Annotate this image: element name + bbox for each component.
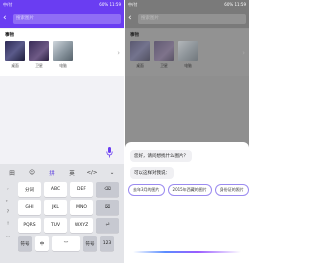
key-pqrs[interactable]: PQRS <box>18 218 41 233</box>
key-row: GHI JKL MNO ⌧ <box>18 200 122 215</box>
photo-thumbnails: 桌面 卫星 电脑 <box>5 41 73 69</box>
photo-thumbnail <box>154 41 174 61</box>
photo-caption: 卫星 <box>35 63 43 68</box>
key-jkl[interactable]: JKL <box>44 200 67 215</box>
search-input[interactable]: 搜索图片 <box>138 13 246 24</box>
photo-caption: 电脑 <box>184 63 192 68</box>
punct-key[interactable]: ! <box>2 219 14 231</box>
key-ghi[interactable]: GHI <box>18 200 41 215</box>
number-key[interactable]: 123 <box>100 236 114 251</box>
punct-key[interactable]: , <box>2 183 14 195</box>
key-mno[interactable]: MNO <box>70 200 93 215</box>
key-grid: 分词 ABC DEF ⌫ GHI JKL MNO ⌧ PQRS TUV WXYZ… <box>18 182 122 254</box>
photo-caption: 桌面 <box>136 63 144 68</box>
photo-thumbnail[interactable] <box>29 41 49 61</box>
key-abc[interactable]: ABC <box>44 182 67 197</box>
keyboard-menu-icon[interactable]: 田 <box>6 167 18 179</box>
search-input[interactable]: 搜索图片 <box>13 13 121 24</box>
right-screen: 中/付 60% 11:59 ‹ 搜索图片 事物 桌面 卫星 电脑 › 您好，请问… <box>125 0 249 263</box>
pinyin-mode-button[interactable]: 拼 <box>46 167 58 179</box>
section-title: 事物 <box>5 33 14 38</box>
suggestion-chip[interactable]: 2015年西藏的图片 <box>167 184 212 196</box>
keyboard-toolbar: 田 ☺ 拼 英 </> ⌄ <box>0 164 124 181</box>
status-bar: 中/付 60% 11:59 <box>125 0 249 9</box>
microphone-glyph <box>106 146 113 157</box>
key-fenci[interactable]: 分词 <box>18 182 41 197</box>
emoji-icon[interactable]: ☺ <box>26 167 38 179</box>
photo-item[interactable]: 桌面 <box>5 41 25 69</box>
back-arrow-icon[interactable]: ‹ <box>3 14 10 23</box>
key-row: 符号 中 ︺ 符号 123 <box>18 236 122 251</box>
photo-item: 桌面 <box>130 41 150 69</box>
space-key[interactable]: ︺ <box>52 236 80 251</box>
photo-thumbnail <box>130 41 150 61</box>
code-icon[interactable]: </> <box>86 167 98 179</box>
back-arrow-icon[interactable]: ‹ <box>128 14 135 23</box>
enter-key[interactable]: ⏎ <box>96 218 119 233</box>
photo-item[interactable]: 电脑 <box>53 41 73 69</box>
chevron-right-icon[interactable]: › <box>117 49 120 57</box>
key-wxyz[interactable]: WXYZ <box>70 218 93 233</box>
chinese-key[interactable]: 中 <box>35 236 49 251</box>
left-screen: 中/付 60% 11:59 ‹ 搜索图片 事物 桌面 卫星 电脑 › 田 ☺ 拼… <box>0 0 124 263</box>
key-tuv[interactable]: TUV <box>44 218 67 233</box>
status-left: 中/付 <box>128 2 138 7</box>
collapse-keyboard-icon[interactable]: ⌄ <box>106 167 118 179</box>
backspace-key[interactable]: ⌫ <box>96 182 119 197</box>
photo-thumbnails: 桌面 卫星 电脑 <box>130 41 198 69</box>
app-bar: ‹ 搜索图片 <box>0 9 124 28</box>
photo-thumbnail <box>178 41 198 61</box>
photo-item[interactable]: 卫星 <box>29 41 49 69</box>
key-def[interactable]: DEF <box>70 182 93 197</box>
ime-keyboard: 田 ☺ 拼 英 </> ⌄ , 。 ? ! ... 分词 ABC DEF ⌫ G… <box>0 164 124 263</box>
photo-caption: 卫星 <box>160 63 168 68</box>
chevron-right-icon: › <box>242 49 245 57</box>
key-row: PQRS TUV WXYZ ⏎ <box>18 218 122 233</box>
photo-item: 电脑 <box>178 41 198 69</box>
assistant-question: 您好，请问想找什么图片？ <box>130 150 192 162</box>
assistant-hint: 可以这样对我说： <box>130 167 174 179</box>
punct-key[interactable]: 。 <box>2 195 14 207</box>
photo-item: 卫星 <box>154 41 174 69</box>
punctuation-column: , 。 ? ! ... <box>2 183 14 243</box>
voice-wave-indicator <box>133 251 241 253</box>
photo-caption: 电脑 <box>59 63 67 68</box>
status-left: 中/付 <box>3 2 13 7</box>
english-mode-button[interactable]: 英 <box>66 167 78 179</box>
photo-thumbnail[interactable] <box>53 41 73 61</box>
things-card: 事物 桌面 卫星 电脑 › <box>125 29 249 76</box>
microphone-icon[interactable] <box>105 146 114 158</box>
photo-caption: 桌面 <box>11 63 19 68</box>
status-right: 60% 11:59 <box>224 2 246 7</box>
suggestion-chip[interactable]: 去年3月的图片 <box>128 184 165 196</box>
suggestion-chip[interactable]: 身份证的照片 <box>214 184 249 196</box>
section-title: 事物 <box>130 33 139 38</box>
punct-key[interactable]: ? <box>2 207 14 219</box>
symbol-key[interactable]: 符号 <box>18 236 32 251</box>
things-card: 事物 桌面 卫星 电脑 › <box>0 29 124 76</box>
app-bar: ‹ 搜索图片 <box>125 9 249 28</box>
photo-thumbnail[interactable] <box>5 41 25 61</box>
voice-assistant-sheet: 您好，请问想找什么图片？ 可以这样对我说： 去年3月的图片 2015年西藏的图片… <box>125 142 249 263</box>
status-right: 60% 11:59 <box>99 2 121 7</box>
key-row: 分词 ABC DEF ⌫ <box>18 182 122 197</box>
clear-key[interactable]: ⌧ <box>96 200 119 215</box>
suggestion-chips: 去年3月的图片 2015年西藏的图片 身份证的照片 <box>128 184 249 196</box>
punct-key[interactable]: ... <box>2 231 14 243</box>
symbols-key[interactable]: 符号 <box>83 236 97 251</box>
status-bar: 中/付 60% 11:59 <box>0 0 124 9</box>
